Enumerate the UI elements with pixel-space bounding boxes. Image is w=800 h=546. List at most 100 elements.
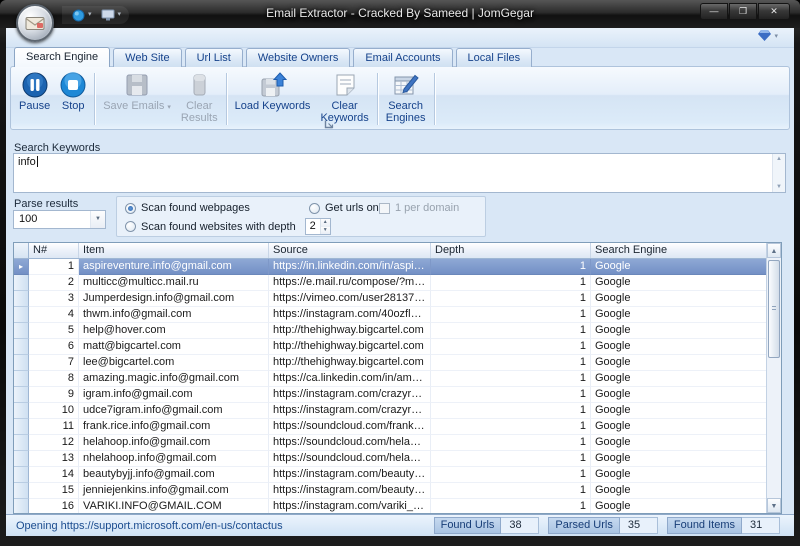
- tab-web-site[interactable]: Web Site: [113, 48, 182, 67]
- table-row[interactable]: 14 beautybyjj.info@gmail.com https://ins…: [14, 467, 766, 483]
- cell-item[interactable]: Jumperdesign.info@gmail.com: [79, 291, 269, 307]
- app-menu-button[interactable]: [16, 4, 54, 42]
- spinner-up-icon[interactable]: ▲: [320, 219, 330, 227]
- cell-item[interactable]: frank.rice.info@gmail.com: [79, 419, 269, 435]
- table-row[interactable]: 16 VARIKI.INFO@GMAIL.COM https://instagr…: [14, 499, 766, 513]
- row-indicator: [14, 403, 29, 419]
- table-row[interactable]: 8 amazing.magic.info@gmail.com https://c…: [14, 371, 766, 387]
- parse-results-dropdown[interactable]: 100 ▼: [13, 210, 106, 229]
- cell-source[interactable]: http://thehighway.bigcartel.com: [269, 323, 431, 339]
- radio-get-urls-only[interactable]: [309, 202, 320, 214]
- pause-button[interactable]: Pause: [14, 70, 55, 126]
- minimize-button[interactable]: —: [700, 3, 728, 20]
- stop-button[interactable]: Stop: [55, 70, 91, 126]
- cell-depth: 1: [431, 291, 591, 307]
- close-button[interactable]: ✕: [758, 3, 790, 20]
- table-row[interactable]: 3 Jumperdesign.info@gmail.com https://vi…: [14, 291, 766, 307]
- scroll-down-icon[interactable]: ▼: [767, 498, 781, 513]
- email-app-icon: [25, 16, 45, 30]
- table-row[interactable]: 15 jenniejenkins.info@gmail.com https://…: [14, 483, 766, 499]
- cell-source[interactable]: https://ca.linkedin.com/in/amazingmagic: [269, 371, 431, 387]
- cell-n: 9: [29, 387, 79, 403]
- cell-source[interactable]: http://thehighway.bigcartel.com: [269, 355, 431, 371]
- maximize-button[interactable]: ❐: [729, 3, 757, 20]
- cell-source[interactable]: https://soundcloud.com/frankrice: [269, 419, 431, 435]
- cell-source[interactable]: https://instagram.com/crazyroomss/: [269, 403, 431, 419]
- column-header-engine[interactable]: Search Engine: [591, 243, 766, 258]
- chevron-down-icon[interactable]: ▾: [88, 6, 92, 24]
- keywords-scrollbar[interactable]: ▲ ▼: [772, 154, 785, 192]
- vertical-scrollbar[interactable]: ▲ ▼: [766, 243, 781, 513]
- cell-item[interactable]: jenniejenkins.info@gmail.com: [79, 483, 269, 499]
- option-one-per-domain[interactable]: 1 per domain: [379, 202, 459, 214]
- search-keywords-input[interactable]: info ▲ ▼: [13, 153, 786, 193]
- clear-results-button[interactable]: Clear Results: [176, 70, 223, 126]
- cell-engine: Google: [591, 371, 766, 387]
- table-row[interactable]: 10 udce7igram.info@gmail.com https://ins…: [14, 403, 766, 419]
- save-emails-button[interactable]: Save Emails ▾: [98, 70, 176, 126]
- cell-source[interactable]: https://vimeo.com/user28137384: [269, 291, 431, 307]
- option-get-urls-only[interactable]: Get urls only: [309, 202, 387, 214]
- run-status-icon[interactable]: [72, 9, 85, 22]
- tab-website-owners[interactable]: Website Owners: [245, 48, 351, 67]
- table-row[interactable]: 9 igram.info@gmail.com https://instagram…: [14, 387, 766, 403]
- checkbox-one-per-domain[interactable]: [379, 202, 390, 214]
- cell-item[interactable]: multicc@multicc.mail.ru: [79, 275, 269, 291]
- cell-source[interactable]: https://e.mail.ru/compose/?mailto=mailt.…: [269, 275, 431, 291]
- cell-source[interactable]: https://soundcloud.com/helahoop: [269, 435, 431, 451]
- quick-access-toolbar: ▾ ▾: [62, 6, 130, 24]
- table-row[interactable]: 7 lee@bigcartel.com http://thehighway.bi…: [14, 355, 766, 371]
- load-keywords-button[interactable]: Load Keywords: [230, 70, 316, 126]
- radio-scan-webpages[interactable]: [125, 202, 136, 214]
- cell-source[interactable]: https://instagram.com/variki_vzla/: [269, 499, 431, 513]
- cell-item[interactable]: aspireventure.info@gmail.com: [79, 259, 269, 275]
- cell-source[interactable]: https://soundcloud.com/helahoop: [269, 451, 431, 467]
- table-row[interactable]: 6 matt@bigcartel.com http://thehighway.b…: [14, 339, 766, 355]
- table-row[interactable]: 4 thwm.info@gmail.com https://instagram.…: [14, 307, 766, 323]
- skin-selector[interactable]: ▾: [758, 30, 778, 41]
- table-row[interactable]: 12 helahoop.info@gmail.com https://sound…: [14, 435, 766, 451]
- table-row[interactable]: 13 nhelahoop.info@gmail.com https://soun…: [14, 451, 766, 467]
- option-scan-found-webpages[interactable]: Scan found webpages: [125, 202, 250, 214]
- cell-item[interactable]: matt@bigcartel.com: [79, 339, 269, 355]
- table-row[interactable]: ▸ 1 aspireventure.info@gmail.com https:/…: [14, 259, 766, 275]
- column-header-item[interactable]: Item: [79, 243, 269, 258]
- search-engines-button[interactable]: Search Engines: [381, 70, 431, 126]
- dropdown-arrow-icon[interactable]: ▼: [90, 211, 105, 228]
- tab-local-files[interactable]: Local Files: [455, 48, 533, 67]
- monitor-icon[interactable]: [101, 9, 115, 21]
- column-header-depth[interactable]: Depth: [431, 243, 591, 258]
- cell-item[interactable]: beautybyjj.info@gmail.com: [79, 467, 269, 483]
- dialog-launcher-icon[interactable]: [324, 117, 335, 129]
- table-row[interactable]: 2 multicc@multicc.mail.ru https://e.mail…: [14, 275, 766, 291]
- column-header-n[interactable]: N#: [29, 243, 79, 258]
- cell-source[interactable]: https://instagram.com/crazyroomss/: [269, 387, 431, 403]
- depth-spinner[interactable]: 2 ▲ ▼: [304, 218, 331, 235]
- cell-item[interactable]: igram.info@gmail.com: [79, 387, 269, 403]
- cell-item[interactable]: thwm.info@gmail.com: [79, 307, 269, 323]
- cell-item[interactable]: udce7igram.info@gmail.com: [79, 403, 269, 419]
- tab-email-accounts[interactable]: Email Accounts: [353, 48, 453, 67]
- radio-scan-depth[interactable]: [125, 221, 136, 232]
- cell-source[interactable]: https://instagram.com/beautybyjj/: [269, 467, 431, 483]
- scrollbar-thumb[interactable]: [768, 260, 780, 358]
- ribbon-separator: [433, 73, 435, 125]
- scroll-up-icon[interactable]: ▲: [767, 243, 781, 258]
- cell-item[interactable]: amazing.magic.info@gmail.com: [79, 371, 269, 387]
- table-row[interactable]: 11 frank.rice.info@gmail.com https://sou…: [14, 419, 766, 435]
- cell-item[interactable]: VARIKI.INFO@GMAIL.COM: [79, 499, 269, 513]
- column-header-source[interactable]: Source: [269, 243, 431, 258]
- option-scan-depth[interactable]: Scan found websites with depth 2 ▲ ▼: [125, 218, 331, 235]
- cell-source[interactable]: https://instagram.com/beautybyjj/: [269, 483, 431, 499]
- cell-item[interactable]: nhelahoop.info@gmail.com: [79, 451, 269, 467]
- cell-source[interactable]: http://thehighway.bigcartel.com: [269, 339, 431, 355]
- cell-item[interactable]: helahoop.info@gmail.com: [79, 435, 269, 451]
- cell-item[interactable]: lee@bigcartel.com: [79, 355, 269, 371]
- table-row[interactable]: 5 help@hover.com http://thehighway.bigca…: [14, 323, 766, 339]
- cell-source[interactable]: https://instagram.com/40ozflocko/: [269, 307, 431, 323]
- cell-source[interactable]: https://in.linkedin.com/in/aspireventure: [269, 259, 431, 275]
- cell-item[interactable]: help@hover.com: [79, 323, 269, 339]
- tab-search-engine[interactable]: Search Engine: [14, 47, 111, 67]
- spinner-down-icon[interactable]: ▼: [320, 226, 330, 234]
- tab-url-list[interactable]: Url List: [184, 48, 243, 67]
